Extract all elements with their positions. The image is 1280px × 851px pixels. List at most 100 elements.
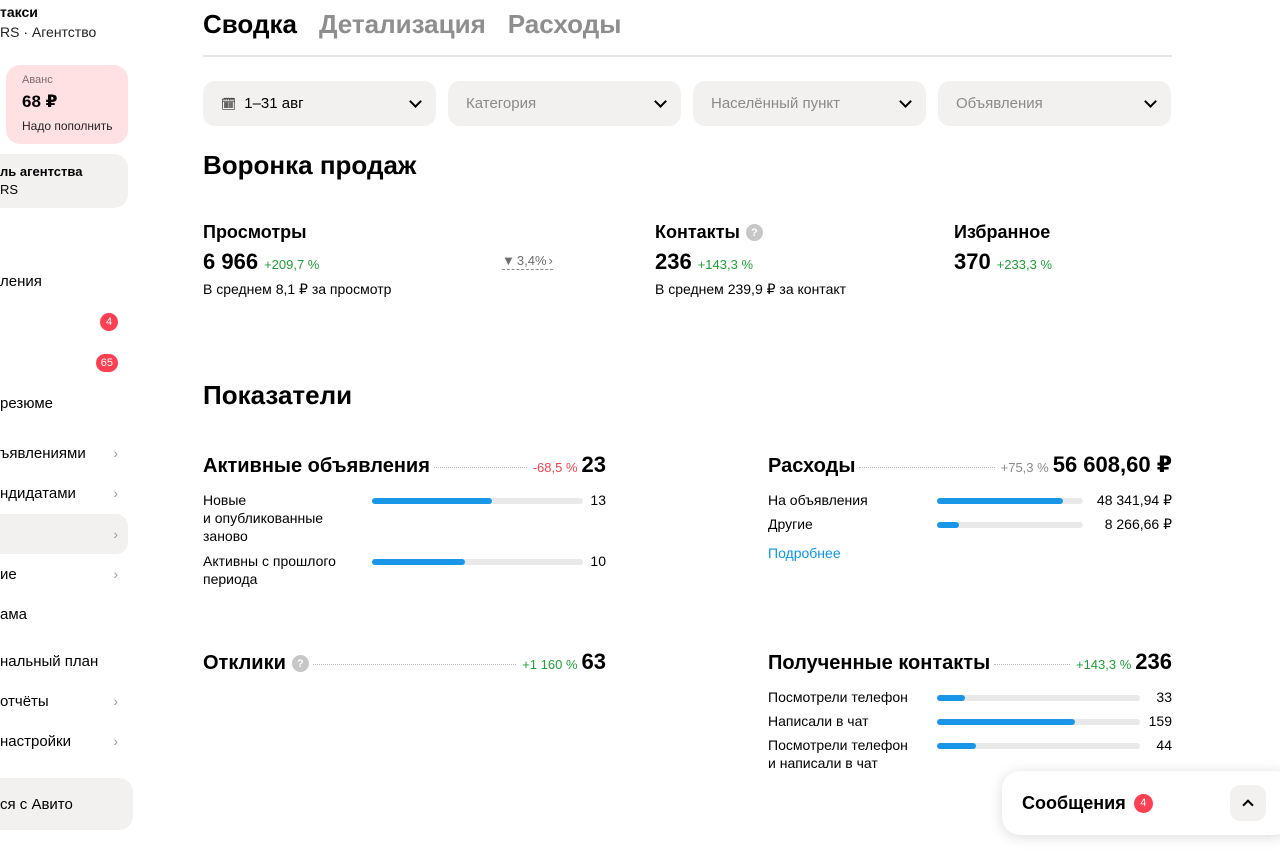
expenses-value: 56 608,60 ₽ bbox=[1052, 452, 1172, 477]
indicator-row-value: 10 bbox=[590, 553, 606, 569]
progress-bar bbox=[937, 695, 1140, 701]
sidebar-item-label: настройки bbox=[0, 732, 72, 750]
tab-expenses[interactable]: Расходы bbox=[508, 8, 622, 55]
sidebar-item-label: резюме bbox=[0, 394, 53, 412]
progress-fill bbox=[372, 559, 465, 565]
indicator-row-label: На объявления bbox=[768, 492, 868, 508]
category-select[interactable]: Категория bbox=[448, 81, 681, 126]
funnel-title: Воронка продаж bbox=[203, 150, 417, 180]
sidebar-item[interactable]: ндидатами › bbox=[0, 473, 128, 513]
sidebar-item-label: ие bbox=[0, 565, 17, 583]
ads-select[interactable]: Объявления bbox=[938, 81, 1171, 126]
chevron-down-icon bbox=[654, 94, 667, 108]
locality-placeholder: Населённый пункт bbox=[711, 95, 841, 112]
indicator-row-label: Новые и опубликованные заново bbox=[203, 492, 324, 544]
contacts-metric: Контакты ? 236 +143,3 % В среднем 239,9 … bbox=[655, 222, 846, 298]
chevron-right-icon: › bbox=[113, 693, 118, 709]
main-tabs: Сводка Детализация Расходы bbox=[203, 8, 1172, 57]
received-contacts-title: Полученные контакты bbox=[768, 652, 991, 674]
contacts-value: 236 bbox=[655, 249, 692, 274]
expenses-change: +75,3 % bbox=[1000, 460, 1049, 475]
sidebar-item[interactable]: 4 bbox=[0, 302, 128, 342]
sidebar-item[interactable]: ие › bbox=[0, 554, 128, 594]
locality-select[interactable]: Населённый пункт bbox=[693, 81, 926, 126]
chevron-right-icon: › bbox=[548, 253, 553, 268]
progress-fill bbox=[937, 498, 1063, 504]
expenses-title: Расходы bbox=[768, 455, 856, 477]
indicator-row-value: 33 bbox=[1156, 689, 1172, 705]
chevron-right-icon: › bbox=[113, 526, 118, 542]
indicator-row-label: Другие bbox=[768, 516, 813, 532]
conversion-value: 3,4% bbox=[516, 253, 547, 268]
chevron-up-icon bbox=[1242, 799, 1254, 811]
favorites-title: Избранное bbox=[954, 222, 1051, 242]
question-icon[interactable]: ? bbox=[745, 224, 763, 241]
sidebar-item[interactable]: ама bbox=[0, 594, 128, 634]
received-contacts-change: +143,3 % bbox=[1075, 657, 1132, 672]
indicator-row-label: Посмотрели телефон bbox=[768, 689, 908, 705]
active-ads-value: 23 bbox=[581, 452, 606, 477]
messages-label: Сообщения bbox=[1022, 792, 1126, 813]
account-type: RS · Агентство bbox=[0, 24, 97, 40]
date-range-select[interactable]: 🗓 1–31 авг bbox=[203, 81, 436, 126]
ads-placeholder: Объявления bbox=[956, 95, 1043, 112]
indicator-row-value: 13 bbox=[590, 492, 606, 508]
account-name: такси bbox=[0, 4, 38, 20]
advance-note: Надо пополнить bbox=[22, 119, 113, 133]
sidebar-item[interactable]: ления bbox=[0, 261, 128, 301]
sidebar-item[interactable]: 65 bbox=[0, 343, 128, 383]
expenses-block: Расходы +75,3 % 56 608,60 ₽ На объявлени… bbox=[768, 452, 1172, 572]
chevron-right-icon: › bbox=[113, 566, 118, 582]
sidebar-item[interactable]: отчёты › bbox=[0, 681, 128, 721]
favorites-metric: Избранное 370 +233,3 % bbox=[954, 222, 1052, 275]
chevron-down-icon bbox=[899, 94, 912, 108]
progress-bar bbox=[372, 498, 583, 504]
tab-details[interactable]: Детализация bbox=[319, 8, 486, 55]
responses-block: Отклики ? +1 160 % 63 bbox=[203, 649, 606, 679]
active-ads-title: Активные объявления bbox=[203, 455, 430, 477]
agency-profile-name: RS bbox=[0, 182, 19, 197]
indicator-row-label: Написали в чат bbox=[768, 713, 869, 729]
sidebar-item[interactable]: ъявлениями › bbox=[0, 433, 128, 473]
progress-fill bbox=[937, 695, 965, 701]
contacts-title: Контакты bbox=[655, 222, 740, 242]
indicator-row-label: Посмотрели телефон и написали в чат bbox=[768, 737, 908, 771]
tab-summary[interactable]: Сводка bbox=[203, 8, 297, 55]
responses-value: 63 bbox=[581, 649, 606, 674]
messages-panel[interactable]: Сообщения 4 bbox=[1002, 771, 1280, 835]
progress-fill bbox=[372, 498, 492, 504]
messages-badge: 4 bbox=[1133, 793, 1153, 813]
contacts-change: +143,3 % bbox=[697, 257, 754, 272]
views-title: Просмотры bbox=[203, 222, 307, 242]
views-metric: Просмотры 6 966 +209,7 % В среднем 8,1 ₽… bbox=[203, 222, 391, 298]
sidebar-item[interactable]: резюме bbox=[0, 383, 128, 423]
progress-fill bbox=[937, 743, 976, 749]
calendar-icon: 🗓 bbox=[221, 96, 237, 111]
sidebar-item[interactable]: › bbox=[0, 514, 128, 554]
contact-avito-button[interactable]: ся с Авито bbox=[0, 778, 133, 830]
contact-avito-label: ся с Авито bbox=[0, 795, 73, 813]
sidebar-item[interactable]: нальный план bbox=[0, 641, 128, 681]
contacts-average: В среднем 239,9 ₽ за контакт bbox=[655, 281, 847, 297]
expenses-more-link[interactable]: Подробнее bbox=[768, 545, 841, 561]
chevron-right-icon: › bbox=[113, 733, 118, 749]
received-contacts-block: Полученные контакты +143,3 % 236 Посмотр… bbox=[768, 649, 1172, 779]
expand-messages-button[interactable] bbox=[1230, 785, 1266, 821]
advance-card[interactable]: Аванс 68 ₽ Надо пополнить bbox=[6, 65, 128, 144]
active-ads-change: -68,5 % bbox=[532, 460, 578, 475]
conversion-link[interactable]: ▼ 3,4% › bbox=[502, 253, 553, 270]
agency-profile-card[interactable]: ль агентства RS bbox=[0, 154, 128, 208]
favorites-change: +233,3 % bbox=[996, 257, 1053, 272]
advance-label: Аванс bbox=[22, 74, 53, 86]
indicator-row-value: 48 341,94 ₽ bbox=[1096, 492, 1172, 508]
indicator-row-value: 44 bbox=[1156, 737, 1172, 753]
views-change: +209,7 % bbox=[264, 257, 320, 272]
sidebar-item-label: ндидатами bbox=[0, 484, 76, 502]
progress-bar bbox=[372, 559, 583, 565]
sidebar: такси RS · Агентство Аванс 68 ₽ Надо поп… bbox=[0, 0, 140, 851]
sidebar-item-label: нальный план bbox=[0, 652, 99, 670]
chevron-right-icon: › bbox=[113, 485, 118, 501]
question-icon[interactable]: ? bbox=[291, 655, 309, 672]
indicator-row: Посмотрели телефон и написали в чат 44 bbox=[768, 736, 1172, 776]
sidebar-item[interactable]: настройки › bbox=[0, 721, 128, 761]
